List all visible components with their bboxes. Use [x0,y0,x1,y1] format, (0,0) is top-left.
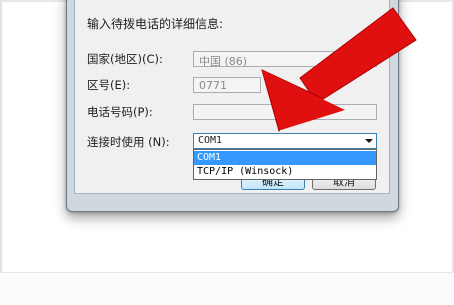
option-tcpip-winsock[interactable]: TCP/IP (Winsock) [194,165,376,179]
country-value: 中国 (86) [199,55,248,68]
photo-border-bottom [0,272,454,305]
chevron-down-icon[interactable] [365,139,373,143]
area-code-label: 区号(E): [87,78,131,92]
option-com1[interactable]: COM1 [194,151,376,165]
area-code-field[interactable]: 0771 [193,77,261,93]
connect-options-list: COM1 TCP/IP (Winsock) [193,149,377,180]
country-select[interactable]: 中国 (86) [193,51,377,68]
country-label: 国家(地区)(C): [87,52,163,66]
dialog-client-area: 输入待拨电话的详细信息: 国家(地区)(C): 中国 (86) 区号(E): 0… [74,0,390,194]
phone-number-label: 电话号码(P): [87,105,153,119]
connect-using-value: COM1 [198,135,223,146]
phone-dialog-window: 输入待拨电话的详细信息: 国家(地区)(C): 中国 (86) 区号(E): 0… [66,0,399,212]
phone-number-field[interactable] [193,104,377,120]
connect-using-select[interactable]: COM1 [193,133,377,149]
chevron-down-icon [365,57,373,61]
connect-using-label: 连接时使用 (N): [87,135,170,149]
dialog-instruction: 输入待拨电话的详细信息: [87,17,224,31]
area-code-value: 0771 [199,79,227,92]
photo-border-left [0,0,2,304]
